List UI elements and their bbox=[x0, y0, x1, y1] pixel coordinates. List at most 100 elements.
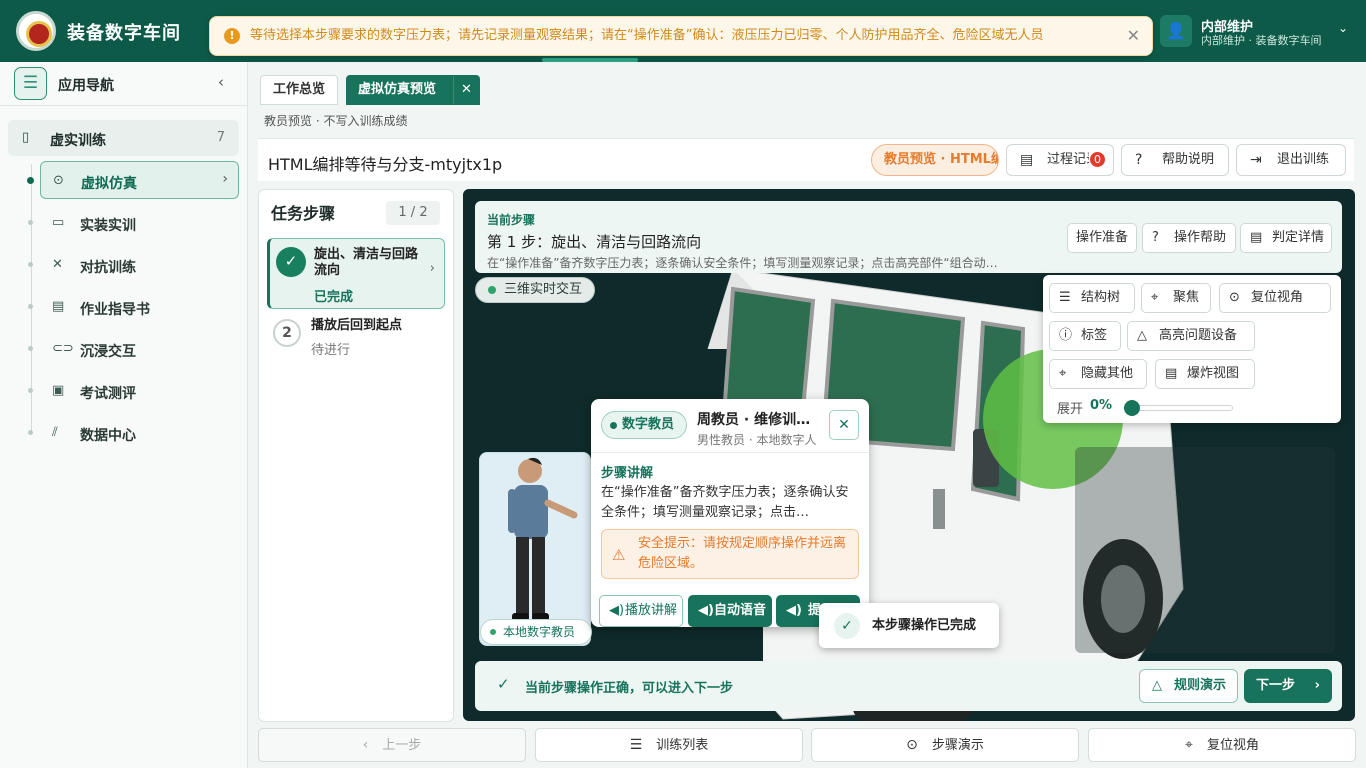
btn-label: 规则演示 bbox=[1174, 678, 1227, 693]
tab-overview[interactable]: 工作总览 bbox=[260, 75, 338, 105]
hide-others-button[interactable]: ⌖ 隐藏其他 bbox=[1049, 359, 1147, 389]
safety-text: 安全提示：请按规定顺序操作并远离危险区域。 bbox=[638, 536, 847, 571]
tab-virtual-preview[interactable]: 虚拟仿真预览 ✕ bbox=[346, 75, 480, 105]
coach-chip: 数字教员 bbox=[601, 411, 687, 439]
tree-dot bbox=[28, 304, 33, 309]
step-done-toast: ✓ 本步骤操作已完成 bbox=[819, 603, 999, 648]
slider-knob[interactable] bbox=[1124, 400, 1140, 416]
judge-detail-button[interactable]: ▤ 判定详情 bbox=[1240, 223, 1332, 253]
rule-demo-button[interactable]: △ 规则演示 bbox=[1139, 669, 1238, 703]
rule-panel-background bbox=[1075, 447, 1335, 653]
reset-view-bottom-button[interactable]: ⌖ 复位视角 bbox=[1088, 728, 1356, 762]
clipboard-icon: ▣ bbox=[52, 383, 65, 398]
list-icon: ☰ bbox=[629, 737, 643, 753]
process-count-badge: 0 bbox=[1089, 151, 1106, 168]
sidebar-item-confrontation[interactable]: ✕ 对抗训练 bbox=[28, 246, 239, 284]
exit-icon: ⇥ bbox=[1250, 152, 1262, 168]
3d-viewer[interactable]: 当前步骤 第 1 步：旋出、清洁与回路流向 在“操作准备”备齐数字压力表；逐条确… bbox=[463, 189, 1355, 721]
sidebar-item-immersive[interactable]: ⊂⊃ 沉浸交互 bbox=[28, 330, 239, 368]
btn-label: 复位视角 bbox=[1206, 738, 1259, 753]
list-icon: ▤ bbox=[1020, 152, 1034, 168]
tab-label: 虚拟仿真预览 bbox=[358, 82, 437, 97]
page-title: HTML编排等待与分支-mtyjtx1p bbox=[268, 155, 503, 174]
highlight-issue-button[interactable]: △ 高亮问题设备 bbox=[1127, 321, 1255, 351]
op-help-label: 操作帮助 bbox=[1174, 230, 1227, 245]
auto-voice-button[interactable]: ◀) 自动语音 bbox=[688, 595, 772, 627]
btn-label: 自动语音 bbox=[714, 603, 767, 618]
prep-button[interactable]: 操作准备 bbox=[1067, 223, 1137, 253]
close-icon[interactable]: ✕ bbox=[829, 410, 859, 440]
sidebar-group-count: 7 bbox=[216, 130, 225, 145]
step-demo-button[interactable]: ⊙ 步骤演示 bbox=[811, 728, 1079, 762]
focus-button[interactable]: ⌖ 聚焦 bbox=[1141, 283, 1211, 313]
step-status: 待进行 bbox=[311, 343, 351, 358]
help-button[interactable]: ? 帮助说明 bbox=[1121, 144, 1229, 176]
sidebar-item-label: 数据中心 bbox=[80, 428, 136, 444]
coach-photo bbox=[479, 452, 591, 646]
divider bbox=[591, 452, 869, 453]
judge-detail-label: 判定详情 bbox=[1272, 230, 1325, 245]
tool-label: 复位视角 bbox=[1251, 290, 1304, 305]
step-item-1[interactable]: ✓ 旋出、清洁与回路流向 已完成 › bbox=[267, 238, 445, 309]
sidebar-item-label: 虚拟仿真 bbox=[81, 176, 137, 192]
step-item-2[interactable]: 2 播放后回到起点 待进行 bbox=[267, 316, 445, 360]
sidebar-tree-line bbox=[31, 164, 32, 434]
help-icon: ? bbox=[1152, 230, 1159, 245]
sidebar-title: 应用导航 bbox=[58, 78, 114, 94]
page-title-bar: HTML编排等待与分支-mtyjtx1p 教员预览 · HTML编排 ▤ 过程记… bbox=[258, 138, 1354, 181]
reset-view-button[interactable]: ⊙ 复位视角 bbox=[1219, 283, 1331, 313]
tree-dot bbox=[28, 220, 33, 225]
play-circle-icon: ⊙ bbox=[1229, 290, 1240, 305]
book-icon: ▯ bbox=[22, 130, 30, 145]
current-step-card: 当前步骤 第 1 步：旋出、清洁与回路流向 在“操作准备”备齐数字压力表；逐条确… bbox=[475, 201, 1342, 273]
check-icon: ✓ bbox=[497, 675, 510, 693]
exit-button[interactable]: ⇥ 退出训练 bbox=[1236, 144, 1346, 176]
sidebar-group-virtual-training[interactable]: ▯ 虚实训练 7 bbox=[8, 120, 239, 156]
close-tab-icon[interactable]: ✕ bbox=[453, 76, 479, 104]
warning-text: 等待选择本步骤要求的数字压力表；请先记录测量观察结果；请在“操作准备”确认：液压… bbox=[250, 28, 1044, 43]
collapse-sidebar-icon[interactable]: ‹ bbox=[218, 73, 224, 91]
process-record-button[interactable]: ▤ 过程记录 0 bbox=[1006, 144, 1114, 176]
warning-icon: ⚠ bbox=[612, 546, 626, 564]
tree-dot bbox=[28, 262, 33, 267]
sidebar-item-data-center[interactable]: ⫽ 数据中心 bbox=[28, 414, 239, 452]
speaker-icon: ◀) bbox=[698, 603, 714, 618]
btn-label: 播放讲解 bbox=[625, 603, 678, 618]
sidebar-item-real-equipment[interactable]: ▭ 实装实训 bbox=[28, 204, 239, 242]
user-menu[interactable]: 👤 内部维护 内部维护 · 装备数字车间 ⌄ bbox=[1156, 15, 1366, 49]
sidebar-item-exam[interactable]: ▣ 考试测评 bbox=[28, 372, 239, 410]
user-org: 内部维护 · 装备数字车间 bbox=[1201, 34, 1322, 47]
coach-sub: 男性教员 · 本地数字人 bbox=[697, 433, 817, 447]
op-help-button[interactable]: ? 操作帮助 bbox=[1142, 223, 1236, 253]
chevron-right-icon: › bbox=[222, 171, 228, 187]
expand-slider[interactable] bbox=[1124, 400, 1233, 416]
tree-dot bbox=[28, 430, 33, 435]
tool-label: 高亮问题设备 bbox=[1159, 328, 1238, 343]
play-explain-button[interactable]: ◀) 播放讲解 bbox=[599, 595, 683, 627]
digital-coach-card: 数字教员 周教员 · 维修训练教员 男性教员 · 本地数字人 ✕ 步骤讲解 在“… bbox=[591, 399, 869, 627]
sidebar-item-virtual-sim[interactable]: ⊙ 虚拟仿真 › bbox=[27, 161, 239, 199]
warning-toast: ! 等待选择本步骤要求的数字压力表；请先记录测量观察结果；请在“操作准备”确认：… bbox=[209, 16, 1153, 56]
tool-label: 隐藏其他 bbox=[1081, 366, 1134, 381]
status-text: 当前步骤操作正确，可以进入下一步 bbox=[525, 681, 734, 696]
toast-close-icon[interactable]: ✕ bbox=[1127, 17, 1140, 55]
check-icon: ✓ bbox=[276, 247, 306, 277]
warning-icon: △ bbox=[1152, 678, 1162, 693]
expand-value: 0% bbox=[1090, 398, 1113, 413]
help-icon: ? bbox=[1135, 152, 1143, 168]
bottom-action-bar: ‹ 上一步 ☰ 训练列表 ⊙ 步骤演示 ⌖ 复位视角 bbox=[258, 728, 1366, 762]
prev-step-button[interactable]: ‹ 上一步 bbox=[258, 728, 526, 762]
training-list-button[interactable]: ☰ 训练列表 bbox=[535, 728, 803, 762]
mode-chip: 三维实时交互 bbox=[475, 277, 595, 303]
explode-view-button[interactable]: ▤ 爆炸视图 bbox=[1155, 359, 1255, 389]
steps-title: 任务步骤 bbox=[271, 204, 336, 223]
document-icon: ▤ bbox=[1165, 366, 1178, 381]
vr-icon: ⊂⊃ bbox=[52, 341, 74, 356]
menu-toggle-button[interactable]: ☰ bbox=[14, 67, 47, 100]
sidebar-item-label: 作业指导书 bbox=[80, 302, 150, 318]
structure-tree-button[interactable]: ☰ 结构树 bbox=[1049, 283, 1135, 313]
next-step-button[interactable]: 下一步 › bbox=[1244, 669, 1332, 703]
sidebar-item-label: 对抗训练 bbox=[80, 260, 136, 276]
sidebar-item-work-guide[interactable]: ▤ 作业指导书 bbox=[28, 288, 239, 326]
labels-button[interactable]: ⓘ 标签 bbox=[1049, 321, 1121, 351]
